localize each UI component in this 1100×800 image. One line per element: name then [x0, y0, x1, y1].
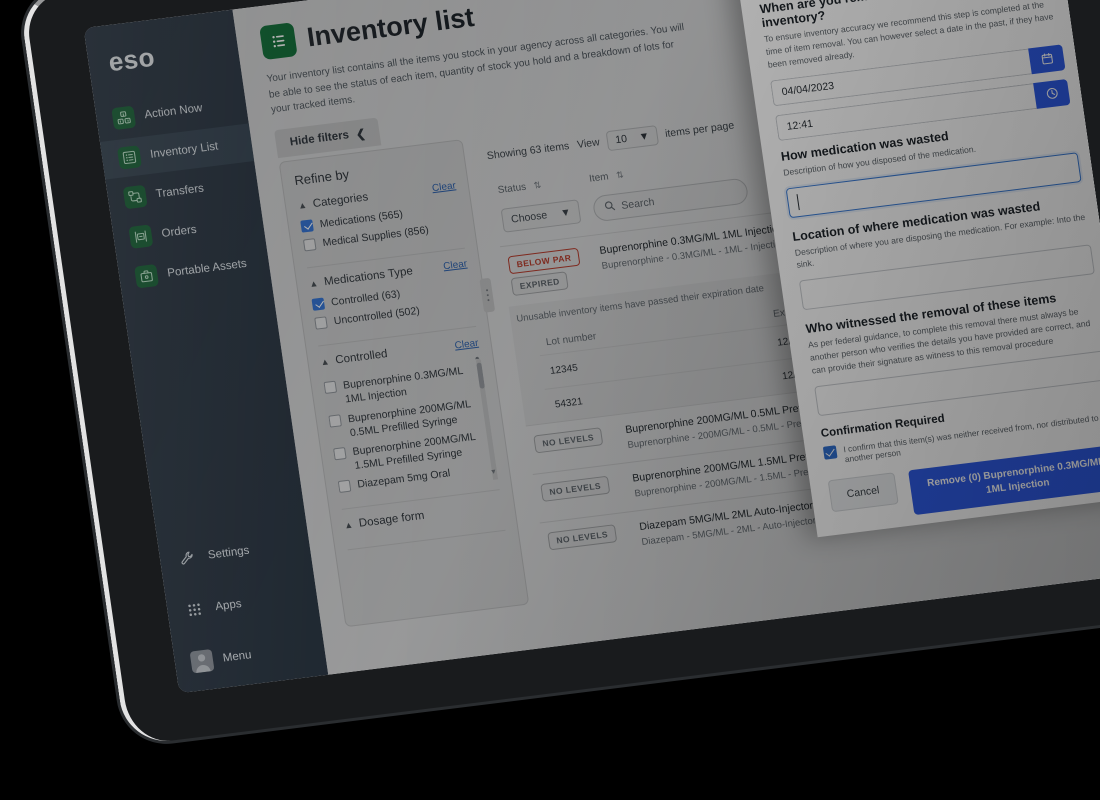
facet-title: Controlled	[334, 348, 389, 367]
chevron-down-icon: ▼	[559, 205, 572, 220]
cancel-button[interactable]: Cancel	[827, 472, 899, 513]
sort-icon[interactable]: ⇅	[533, 179, 542, 190]
status-badge-expired: EXPIRED	[510, 270, 569, 296]
grid-icon	[182, 598, 207, 622]
remove-button[interactable]: Remove (0) Buprenorphine 0.3MG/ML 1ML In…	[907, 444, 1100, 516]
status-badges: NO LEVELS	[547, 523, 629, 551]
checkbox-icon[interactable]	[302, 237, 317, 252]
sidebar-item-settings[interactable]: Settings	[174, 524, 312, 578]
column-label: Status	[497, 181, 527, 196]
wrench-icon	[175, 546, 200, 570]
checkbox-checked-icon[interactable]	[300, 218, 314, 233]
facet-controlled: ▲ Controlled Clear Buprenorphine 0.3MG/M…	[319, 336, 500, 511]
status-badge-below-par: BELOW PAR	[507, 247, 581, 274]
search-placeholder: Search	[620, 195, 656, 212]
row-status-cell: NO LEVELS	[539, 511, 639, 572]
per-page-label: items per page	[664, 119, 735, 140]
chevron-up-icon: ▲	[297, 199, 308, 211]
facet-title-wrap[interactable]: ▲ Categories	[297, 191, 369, 212]
status-badges: NO LEVELS	[540, 474, 622, 502]
sidebar-item-label: Apps	[214, 597, 243, 614]
checkbox-icon[interactable]	[314, 316, 328, 330]
status-filter-value: Choose	[510, 208, 548, 226]
filter-option-label: Controlled (63)	[330, 287, 401, 309]
sidebar-item-label: Orders	[160, 223, 198, 240]
bag-icon	[134, 263, 160, 289]
clear-categories-link[interactable]: Clear	[431, 180, 456, 194]
sort-icon[interactable]: ⇅	[615, 169, 624, 180]
list-icon	[116, 145, 142, 170]
scroll-down-icon[interactable]: ▼	[490, 469, 498, 477]
page-size-value: 10	[614, 132, 628, 146]
facet-title-wrap[interactable]: ▲ Dosage form	[343, 510, 426, 532]
clock-icon[interactable]	[1033, 78, 1071, 109]
avatar-icon	[189, 648, 215, 674]
checkbox-icon[interactable]	[337, 479, 352, 494]
sidebar-nav: Action Now Inventory List Transfers Orde…	[94, 84, 271, 299]
controlled-options-scroll[interactable]: Buprenorphine 0.3MG/ML 1ML Injection Bup…	[323, 357, 499, 500]
facet-categories: ▲ Categories Clear Medications (565) Med…	[297, 179, 465, 269]
checkbox-checked-icon[interactable]	[311, 297, 326, 311]
sidebar-item-label: Action Now	[143, 102, 204, 122]
chevron-down-icon: ▼	[638, 129, 651, 143]
facet-title: Categories	[311, 190, 369, 210]
hide-filters-label: Hide filters	[289, 128, 350, 148]
clear-medications-type-link[interactable]: Clear	[443, 259, 468, 273]
tablet-screen: eso Action Now Inventory List Transfers …	[83, 0, 1100, 694]
search-icon	[603, 199, 616, 214]
sidebar-item-label: Settings	[207, 544, 251, 562]
facet-title: Dosage form	[358, 510, 426, 531]
facet-title: Medications Type	[323, 265, 414, 289]
status-badges: BELOW PAR EXPIRED	[507, 246, 592, 296]
row-status-cell: BELOW PAR EXPIRED	[499, 234, 600, 307]
orders-icon	[128, 224, 154, 249]
chevron-up-icon: ▲	[343, 519, 354, 531]
chevron-up-icon: ▲	[319, 356, 331, 368]
status-badge-no-levels: NO LEVELS	[547, 524, 618, 551]
checkbox-checked-icon[interactable]	[822, 445, 838, 460]
sidebar-item-apps[interactable]: Apps	[181, 576, 319, 630]
sidebar-item-label: Inventory List	[149, 140, 220, 161]
sidebar-item-menu[interactable]: Menu	[188, 627, 326, 681]
clear-controlled-link[interactable]: Clear	[454, 337, 479, 351]
checkbox-icon[interactable]	[323, 380, 338, 395]
status-badge-no-levels: NO LEVELS	[540, 475, 611, 502]
status-badge-no-levels: NO LEVELS	[533, 426, 604, 453]
inventory-app: eso Action Now Inventory List Transfers …	[83, 0, 1100, 694]
sidebar-item-label: Menu	[222, 649, 253, 665]
status-filter-select[interactable]: Choose ▼	[500, 198, 582, 233]
showing-count: Showing 63 items	[486, 139, 570, 162]
inventory-list-icon	[259, 22, 298, 61]
main-content: Inventory list Your inventory list conta…	[232, 0, 1100, 675]
calendar-icon[interactable]	[1028, 44, 1066, 74]
sidebar-item-label: Transfers	[155, 182, 205, 201]
boxes-icon	[111, 105, 137, 131]
transfer-icon	[122, 184, 148, 210]
sidebar-bottom-nav: Settings Apps Menu	[158, 524, 327, 683]
view-label: View	[576, 135, 601, 151]
scroll-up-icon[interactable]: ▲	[473, 357, 481, 362]
checkbox-icon[interactable]	[333, 446, 347, 461]
tablet-device: eso Action Now Inventory List Transfers …	[18, 0, 1100, 747]
checkbox-icon[interactable]	[328, 413, 342, 428]
column-label: Item	[588, 170, 610, 185]
page-size-select[interactable]: 10 ▼	[605, 124, 659, 151]
status-badges: NO LEVELS	[533, 425, 615, 453]
facet-medications-type: ▲ Medications Type Clear Controlled (63)	[308, 258, 477, 347]
chevron-up-icon: ▲	[308, 277, 319, 289]
screenshot-stage: eso Action Now Inventory List Transfers …	[0, 0, 1100, 800]
facet-dosage-form: ▲ Dosage form	[343, 500, 506, 551]
facet-title-wrap[interactable]: ▲ Controlled	[319, 348, 389, 368]
chevron-left-icon: ❮	[355, 127, 367, 141]
page-title: Inventory list	[304, 1, 477, 52]
sidebar-item-label: Portable Assets	[166, 257, 248, 280]
facet-scrollbar-thumb[interactable]	[476, 362, 486, 390]
